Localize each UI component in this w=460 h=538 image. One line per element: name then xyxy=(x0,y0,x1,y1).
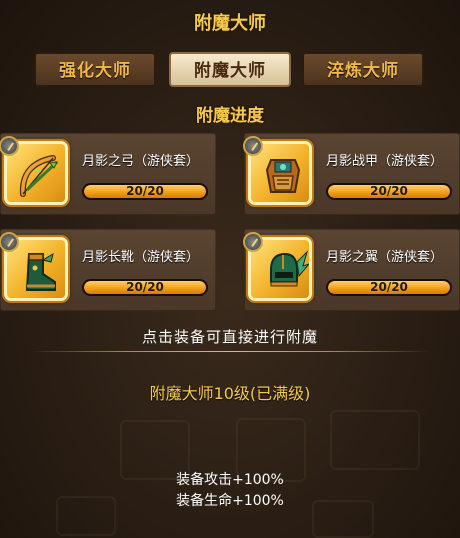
progress-text: 20/20 xyxy=(370,280,408,294)
equipment-card-boots[interactable]: 月影长靴（游侠套） 20/20 xyxy=(0,229,216,311)
progress-text: 20/20 xyxy=(370,184,408,198)
progress-bar: 20/20 xyxy=(82,183,208,200)
boots-icon xyxy=(25,252,56,291)
bow-icon xyxy=(19,155,59,197)
wing-helmet-icon xyxy=(270,250,309,287)
progress-text: 20/20 xyxy=(126,184,164,198)
progress-text: 20/20 xyxy=(126,280,164,294)
equipment-card-armor[interactable]: 月影战甲（游侠套） 20/20 xyxy=(243,133,460,215)
equipment-card-wings[interactable]: 月影之翼（游侠套） 20/20 xyxy=(243,229,460,311)
progress-bar: 20/20 xyxy=(326,183,452,200)
equipment-card-bow[interactable]: 月影之弓（游侠套） 20/20 xyxy=(0,133,216,215)
item-name: 月影之翼（游侠套） xyxy=(326,250,444,265)
tab-strengthen-master[interactable]: 强化大师 xyxy=(34,52,156,87)
progress-bar: 20/20 xyxy=(326,279,452,296)
item-name: 月影长靴（游侠套） xyxy=(82,250,200,265)
page-title: 附魔大师 xyxy=(194,13,266,34)
enchant-hint: 点击装备可直接进行附魔 xyxy=(141,328,318,346)
divider xyxy=(30,351,430,352)
equipment-slot[interactable] xyxy=(243,232,312,301)
progress-title: 附魔进度 xyxy=(196,106,264,126)
progress-bar: 20/20 xyxy=(82,279,208,296)
bonus-attack: 装备攻击+100% xyxy=(176,472,284,488)
equipment-slot[interactable] xyxy=(0,232,68,301)
tab-enchant-master[interactable]: 附魔大师 xyxy=(169,52,291,87)
equipment-slot[interactable] xyxy=(243,136,312,205)
tab-temper-master[interactable]: 淬炼大师 xyxy=(302,52,424,87)
equipment-slot[interactable] xyxy=(0,136,68,205)
item-name: 月影之弓（游侠套） xyxy=(82,154,200,169)
master-level: 附魔大师10级(已满级) xyxy=(149,384,311,403)
item-name: 月影战甲（游侠套） xyxy=(326,154,444,169)
bonus-health: 装备生命+100% xyxy=(176,493,284,509)
armor-icon xyxy=(265,159,301,193)
